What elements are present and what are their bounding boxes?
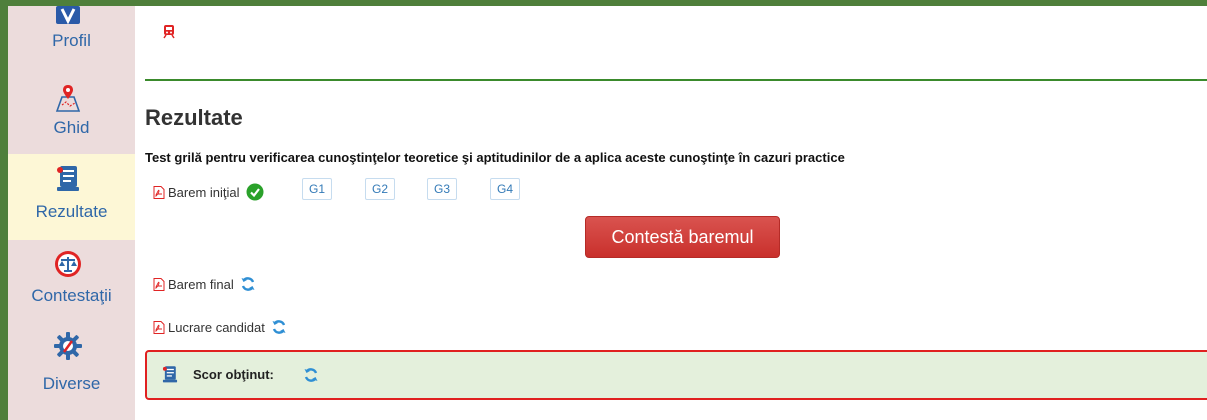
group-g1-button[interactable]: G1 [302,178,332,200]
map-pin-icon [52,82,84,114]
results-icon [52,162,84,194]
window-frame-left [0,0,8,420]
sidebar-item-label: Diverse [42,374,101,393]
pdf-icon [153,320,165,334]
barem-final-link[interactable]: Barem final [153,276,256,292]
group-g4-button[interactable]: G4 [490,178,520,200]
sidebar-item-profil[interactable]: Profil [8,6,135,76]
score-label: Scor obţinut: [193,367,274,382]
group-g2-button[interactable]: G2 [365,178,395,200]
pdf-icon [153,277,165,291]
check-circle-icon [246,183,264,201]
page-title: Rezultate [145,105,243,130]
score-panel: Scor obţinut: [145,350,1207,400]
sidebar: Profil Ghid Rezultate Contestaţii Divers… [8,6,135,420]
gear-icon [52,330,84,362]
barem-initial-link[interactable]: Barem iniţial [153,183,264,201]
group-g3-button[interactable]: G3 [427,178,457,200]
main-content: Rezultate Test grilă pentru verificarea … [145,6,1207,420]
contest-barem-button[interactable]: Contestă baremul [585,216,780,258]
sync-icon [304,368,318,382]
test-subtitle: Test grilă pentru verificarea cunoştinţe… [145,150,845,165]
results-icon [162,366,178,383]
sidebar-item-diverse[interactable]: Diverse [8,326,135,420]
pdf-icon [153,185,165,199]
sidebar-item-rezultate[interactable]: Rezultate [8,154,135,240]
header-divider [145,79,1207,81]
barem-final-label: Barem final [168,276,234,292]
sync-icon [241,277,255,291]
sidebar-item-label: Ghid [53,118,90,137]
profile-icon [52,0,84,32]
sidebar-item-label: Contestaţii [31,286,112,305]
sidebar-item-ghid[interactable]: Ghid [8,80,135,154]
sidebar-item-label: Rezultate [35,202,108,221]
barem-initial-label: Barem iniţial [168,184,240,200]
scales-icon [52,248,84,280]
lucrare-candidat-link[interactable]: Lucrare candidat [153,319,287,335]
sidebar-item-label: Profil [52,31,91,50]
sidebar-item-contestatii[interactable]: Contestaţii [8,244,135,324]
train-icon[interactable] [163,25,175,39]
lucrare-candidat-label: Lucrare candidat [168,319,265,335]
sync-icon [272,320,286,334]
